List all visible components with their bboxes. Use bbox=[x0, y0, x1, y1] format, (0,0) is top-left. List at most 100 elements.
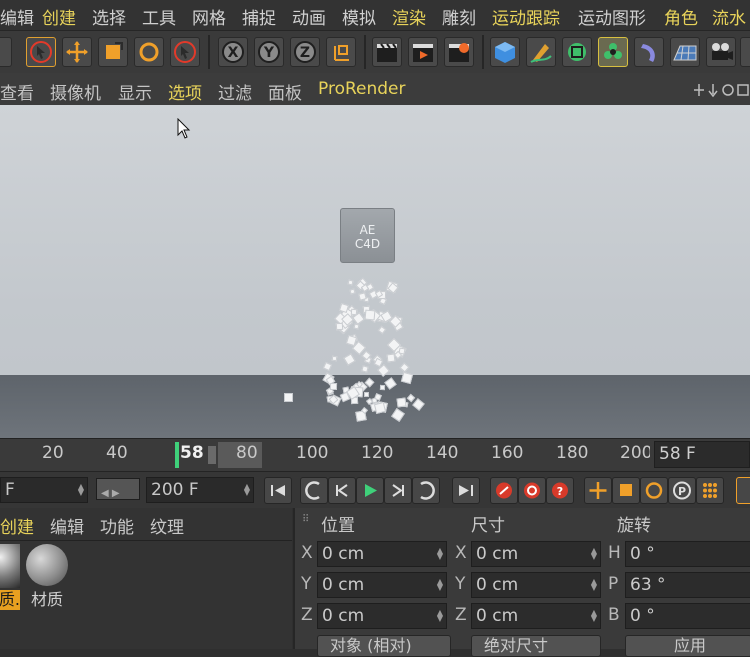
spinner-icon[interactable]: ▲ ▼ bbox=[591, 609, 597, 623]
menu-mesh[interactable]: 网格 bbox=[192, 4, 226, 29]
particle-cube bbox=[377, 325, 387, 335]
move-icon bbox=[66, 41, 88, 63]
material-menu-texture[interactable]: 纹理 bbox=[150, 513, 184, 538]
key-scale-button[interactable] bbox=[612, 477, 640, 504]
next-frame-button[interactable] bbox=[384, 477, 412, 504]
key-position-button[interactable] bbox=[584, 477, 612, 504]
record-keys-button[interactable] bbox=[490, 477, 518, 504]
deformer-button[interactable] bbox=[634, 37, 664, 67]
menu-mograph[interactable]: 运动图形 bbox=[578, 4, 646, 29]
floor-button[interactable] bbox=[670, 37, 700, 67]
viewport-menu-view[interactable]: 查看 bbox=[0, 79, 34, 104]
current-frame-field[interactable]: 58 F bbox=[654, 441, 750, 468]
position-x-field[interactable]: 0 cm ▲ ▼ bbox=[317, 541, 447, 567]
rotation-p-field[interactable]: 63 ° bbox=[625, 572, 750, 598]
cube-object-button[interactable] bbox=[490, 37, 520, 67]
playhead-marker[interactable] bbox=[175, 442, 179, 468]
rotation-b-field[interactable]: 0 ° bbox=[625, 603, 750, 629]
menu-tools[interactable]: 工具 bbox=[142, 4, 176, 29]
undo-button[interactable] bbox=[0, 37, 12, 67]
panel-grip-icon[interactable]: ⠿ bbox=[302, 514, 309, 525]
render-to-picture-viewer-button[interactable] bbox=[408, 37, 438, 67]
key-pla-button[interactable] bbox=[696, 477, 724, 504]
timeline-ruler[interactable]: 20 40 58 80 100 120 140 160 180 200 bbox=[0, 438, 750, 471]
camera-button[interactable] bbox=[706, 37, 736, 67]
menu-edit[interactable]: 编辑 bbox=[0, 4, 34, 29]
end-frame-field[interactable]: 200 F ▲ ▼ bbox=[146, 477, 254, 503]
go-to-end-button[interactable] bbox=[452, 477, 480, 504]
viewport-menu-panel[interactable]: 面板 bbox=[268, 79, 302, 104]
frame-range-slider[interactable]: ◀ ▶ bbox=[96, 478, 140, 500]
select-tool-button[interactable] bbox=[26, 37, 56, 67]
render-view-button[interactable] bbox=[372, 37, 402, 67]
previous-key-button[interactable] bbox=[300, 477, 328, 504]
material-menu-create[interactable]: 创建 bbox=[0, 513, 34, 538]
light-button[interactable] bbox=[740, 37, 750, 67]
material-menu-edit[interactable]: 编辑 bbox=[50, 513, 84, 538]
coordinate-system-button[interactable] bbox=[326, 37, 356, 67]
y-axis-button[interactable]: Y bbox=[254, 37, 284, 67]
menu-snap[interactable]: 捕捉 bbox=[242, 4, 276, 29]
viewport-navigation-icons[interactable] bbox=[694, 82, 750, 98]
menu-character[interactable]: 角色 bbox=[664, 4, 698, 29]
size-x-field[interactable]: 0 cm ▲ ▼ bbox=[471, 541, 601, 567]
timeline-tick-label: 140 bbox=[426, 443, 459, 463]
3d-viewport[interactable]: AE C4D bbox=[0, 105, 750, 438]
start-frame-field[interactable]: F ▲ ▼ bbox=[0, 477, 88, 503]
layout-button[interactable] bbox=[736, 477, 750, 504]
menu-pipeline[interactable]: 流水 bbox=[712, 4, 746, 29]
spinner-icon[interactable]: ▲ ▼ bbox=[591, 547, 597, 561]
size-z-field[interactable]: 0 cm ▲ ▼ bbox=[471, 603, 601, 629]
menu-create[interactable]: 创建 bbox=[42, 4, 76, 29]
cloner-button[interactable] bbox=[598, 37, 628, 67]
spinner-icon[interactable]: ▲ ▼ bbox=[437, 547, 443, 561]
spinner-icon[interactable]: ▲ ▼ bbox=[591, 578, 597, 592]
x-axis-button[interactable]: X bbox=[218, 37, 248, 67]
move-tool-button[interactable] bbox=[62, 37, 92, 67]
particle-cube bbox=[396, 397, 407, 408]
rotation-h-field[interactable]: 0 ° bbox=[625, 541, 750, 567]
viewport-menu-display[interactable]: 显示 bbox=[118, 79, 152, 104]
spinner-icon[interactable]: ▲ ▼ bbox=[244, 483, 250, 497]
viewport-menu-cameras[interactable]: 摄像机 bbox=[50, 79, 101, 104]
viewport-menu-filter[interactable]: 过滤 bbox=[218, 79, 252, 104]
material-swatch[interactable]: 质. bbox=[0, 544, 20, 610]
key-rotation-button[interactable] bbox=[640, 477, 668, 504]
coordinate-manager: ⠿ 位置 尺寸 旋转 X 0 cm ▲ ▼ Y 0 cm ▲ ▼ Z 0 cm ▲ ▼ X … bbox=[293, 508, 750, 657]
next-key-button[interactable] bbox=[412, 477, 440, 504]
apply-button[interactable]: 应用 bbox=[625, 635, 750, 657]
keyframe-selection-button[interactable]: ? bbox=[546, 477, 574, 504]
z-axis-button[interactable]: Z bbox=[290, 37, 320, 67]
menu-render[interactable]: 渲染 bbox=[392, 4, 426, 29]
coordinate-mode-dropdown[interactable]: 对象 (相对) bbox=[317, 635, 451, 657]
go-to-start-button[interactable] bbox=[264, 477, 292, 504]
previous-frame-button[interactable] bbox=[328, 477, 356, 504]
viewport-menu-prorender[interactable]: ProRender bbox=[318, 79, 406, 99]
menu-sculpt[interactable]: 雕刻 bbox=[442, 4, 476, 29]
autokey-button[interactable] bbox=[518, 477, 546, 504]
play-button[interactable] bbox=[356, 477, 384, 504]
rotate-tool-button[interactable] bbox=[134, 37, 164, 67]
position-z-field[interactable]: 0 cm ▲ ▼ bbox=[317, 603, 447, 629]
scale-tool-button[interactable] bbox=[98, 37, 128, 67]
subdivision-button[interactable] bbox=[562, 37, 592, 67]
spinner-icon[interactable]: ▲ ▼ bbox=[437, 578, 443, 592]
size-y-field[interactable]: 0 cm ▲ ▼ bbox=[471, 572, 601, 598]
menu-simulate[interactable]: 模拟 bbox=[342, 4, 376, 29]
menu-select[interactable]: 选择 bbox=[92, 4, 126, 29]
live-select-button[interactable] bbox=[170, 37, 200, 67]
viewport-menu-options[interactable]: 选项 bbox=[168, 79, 202, 104]
spinner-icon[interactable]: ▲ ▼ bbox=[78, 483, 84, 497]
menu-motion-tracking[interactable]: 运动跟踪 bbox=[492, 4, 560, 29]
key-parameter-button[interactable]: P bbox=[668, 477, 696, 504]
material-menu-function[interactable]: 功能 bbox=[100, 513, 134, 538]
material-swatch[interactable]: 材质 bbox=[24, 544, 70, 610]
pen-spline-button[interactable] bbox=[526, 37, 556, 67]
menu-animate[interactable]: 动画 bbox=[292, 4, 326, 29]
main-toolbar: X Y Z bbox=[0, 30, 750, 74]
timeline-range-handle-left[interactable] bbox=[208, 446, 216, 464]
size-mode-dropdown[interactable]: 绝对尺寸 bbox=[471, 635, 601, 657]
spinner-icon[interactable]: ▲ ▼ bbox=[437, 609, 443, 623]
position-y-field[interactable]: 0 cm ▲ ▼ bbox=[317, 572, 447, 598]
render-settings-button[interactable] bbox=[444, 37, 474, 67]
